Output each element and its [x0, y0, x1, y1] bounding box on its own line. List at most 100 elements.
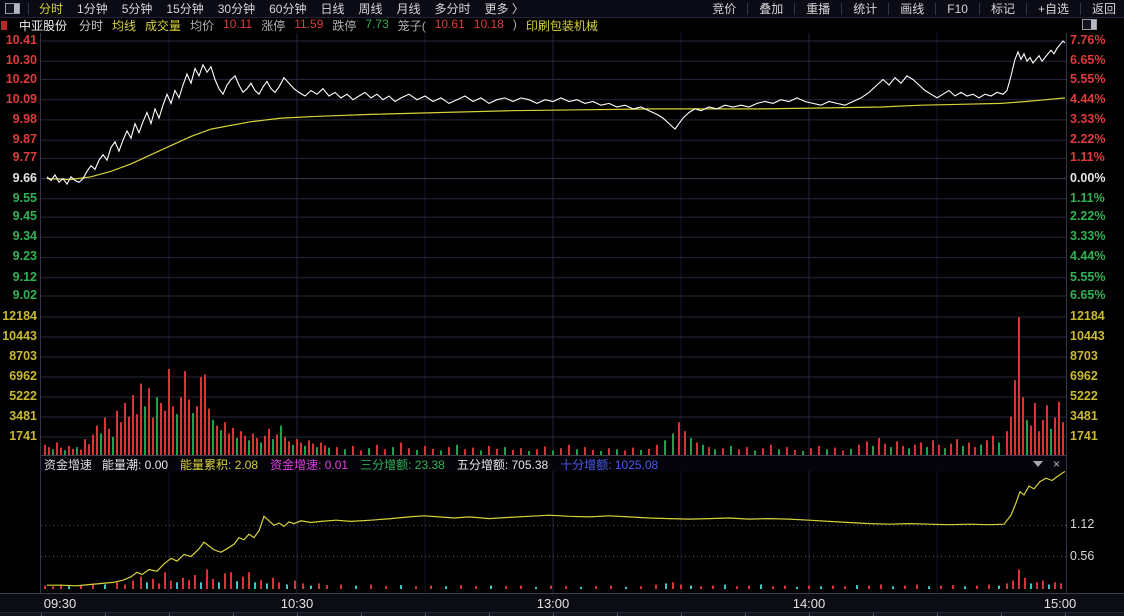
info-印刷包装机械: 印刷包装机械	[525, 19, 598, 33]
price-line	[46, 40, 1066, 186]
percent-axis-label: 6.65%	[1070, 288, 1106, 302]
split-window-icon[interactable]	[5, 3, 20, 14]
price-axis-label: 10.20	[5, 72, 37, 86]
info-10.61: 10.61	[434, 17, 465, 31]
tool-+自选[interactable]: +自选	[1030, 0, 1077, 17]
indicator-三分增额: 三分增额: 23.38	[360, 457, 445, 472]
price-axis-label: 9.45	[12, 209, 37, 223]
price-axis-label: 9.34	[12, 229, 37, 243]
volume-axis-label: 6962	[1070, 369, 1098, 383]
toolbar-divider	[888, 2, 890, 15]
percent-axis-label: 4.44%	[1070, 249, 1106, 263]
period-更多 〉[interactable]: 更多 〉	[478, 0, 531, 17]
price-axis-label: 9.55	[12, 191, 37, 205]
indicator-title[interactable]: 资金增速	[44, 456, 92, 473]
time-label-10:30: 10:30	[280, 596, 314, 611]
time-label-15:00: 15:00	[1043, 596, 1077, 611]
price-axis-label: 10.09	[5, 92, 37, 106]
split-window-icon[interactable]	[1082, 19, 1097, 30]
volume-axis-label: 3481	[1070, 409, 1098, 423]
period-多分时[interactable]: 多分时	[428, 0, 478, 17]
info-items: 分时 均线 成交量 均价 10.11 涨停 11.59 跌停 7.73 笼子(10.61 10.18…	[79, 17, 607, 34]
period-月线[interactable]: 月线	[390, 0, 428, 17]
volume-axis-label: 5222	[1070, 389, 1098, 403]
percent-axis-label: 3.33%	[1070, 229, 1106, 243]
price-axis-label: 9.66	[12, 171, 37, 185]
percent-axis-label: 1.11%	[1070, 150, 1105, 164]
period-30分钟[interactable]: 30分钟	[211, 0, 262, 17]
indicator-controls: ×	[1032, 457, 1066, 471]
indicator-values: 能量潮: 0.00 能量累积: 2.08 资金增速: 0.01 三分增额: 23.38…	[102, 456, 670, 473]
toolbar-divider	[841, 2, 843, 15]
volume-axis-label: 5222	[9, 389, 37, 403]
period-15分钟[interactable]: 15分钟	[159, 0, 210, 17]
intraday-price-chart[interactable]	[41, 33, 1066, 307]
toolbar-right: 竞价 叠加 重播 统计 画线 F10 标记 +自选 返回	[704, 0, 1124, 17]
tool-竞价[interactable]: 竞价	[704, 0, 744, 17]
toolbar-divider	[935, 2, 937, 15]
plot-frame-right	[1066, 33, 1067, 593]
price-axis-label: 10.30	[5, 53, 37, 67]
info-10.11: 10.11	[223, 17, 253, 31]
percent-axis-label: 2.22%	[1070, 209, 1106, 223]
price-axis-label: 9.23	[12, 249, 37, 263]
time-label-13:00: 13:00	[536, 596, 570, 611]
tool-叠加[interactable]: 叠加	[751, 0, 791, 17]
alert-icon	[1, 21, 7, 30]
toolbar-divider	[1025, 2, 1027, 15]
indicator-能量潮: 能量潮: 0.00	[102, 457, 169, 472]
indicator-五分增额: 五分增额: 705.38	[456, 457, 549, 472]
volume-bars	[41, 307, 1066, 455]
fund-line	[47, 471, 1066, 587]
tool-F10[interactable]: F10	[939, 2, 976, 16]
indicator-能量累积: 能量累积: 2.08	[180, 457, 259, 472]
stock-infobar: 中亚股份 分时 均线 成交量 均价 10.11 涨停 11.59 跌停 7.73 笼子(10.61…	[0, 17, 1124, 34]
volume-axis-label: 10443	[2, 329, 37, 343]
chevron-down-icon[interactable]	[1032, 461, 1043, 467]
toolbar-divider	[978, 2, 980, 15]
percent-axis-label: 2.22%	[1070, 132, 1106, 146]
tool-统计[interactable]: 统计	[845, 0, 885, 17]
volume-axis-label: 8703	[9, 349, 37, 363]
percent-axis-label: 7.76%	[1070, 33, 1106, 47]
stock-name[interactable]: 中亚股份	[19, 17, 67, 34]
period-分时[interactable]: 分时	[32, 0, 70, 17]
info-涨停: 涨停	[261, 19, 286, 33]
price-axis-label: 9.77	[12, 150, 37, 164]
percent-axis-label: 1.11%	[1070, 191, 1105, 205]
info-): )	[512, 17, 517, 31]
volume-chart[interactable]	[41, 307, 1066, 455]
period-1分钟[interactable]: 1分钟	[70, 0, 115, 17]
fund-axis-label: 0.56	[1070, 549, 1095, 563]
volume-axis-label: 12184	[1070, 309, 1105, 323]
percent-axis-label: 3.33%	[1070, 112, 1106, 126]
percent-axis-label: 0.00%	[1070, 171, 1106, 185]
volume-axis-label: 10443	[1070, 329, 1105, 343]
price-axis-label: 10.41	[5, 33, 37, 47]
info-跌停: 跌停	[332, 19, 357, 33]
avg-line	[46, 97, 1066, 181]
tool-标记[interactable]: 标记	[983, 0, 1023, 17]
tool-返回[interactable]: 返回	[1084, 0, 1124, 17]
period-周线[interactable]: 周线	[351, 0, 389, 17]
period-items: 分时 1分钟 5分钟 15分钟 30分钟 60分钟 日线 周线 月线 多分时 更多 〉	[32, 0, 531, 17]
menubar-divider	[28, 2, 29, 15]
period-menubar: 分时 1分钟 5分钟 15分钟 30分钟 60分钟 日线 周线 月线 多分时 更多 〉 竞价 叠加 重播…	[0, 0, 1124, 18]
period-日线[interactable]: 日线	[313, 0, 351, 17]
volume-axis-label: 1741	[9, 429, 37, 443]
price-axis-label: 9.98	[12, 112, 37, 126]
percent-axis-label: 5.55%	[1070, 72, 1106, 86]
tool-画线[interactable]: 画线	[892, 0, 932, 17]
period-5分钟[interactable]: 5分钟	[115, 0, 160, 17]
period-60分钟[interactable]: 60分钟	[262, 0, 313, 17]
time-tick-strip	[0, 612, 1124, 616]
price-axis-label: 9.12	[12, 270, 37, 284]
time-axis: 09:30 10:30 13:00 14:00 15:00	[0, 593, 1124, 616]
info-均线: 均线	[112, 19, 137, 33]
info-笼子(: 笼子(	[397, 19, 426, 33]
tool-重播[interactable]: 重播	[798, 0, 838, 17]
volume-axis-label: 1741	[1070, 429, 1098, 443]
fund-speed-chart[interactable]	[41, 471, 1066, 593]
percent-axis-label: 5.55%	[1070, 270, 1106, 284]
close-icon[interactable]: ×	[1053, 457, 1060, 471]
